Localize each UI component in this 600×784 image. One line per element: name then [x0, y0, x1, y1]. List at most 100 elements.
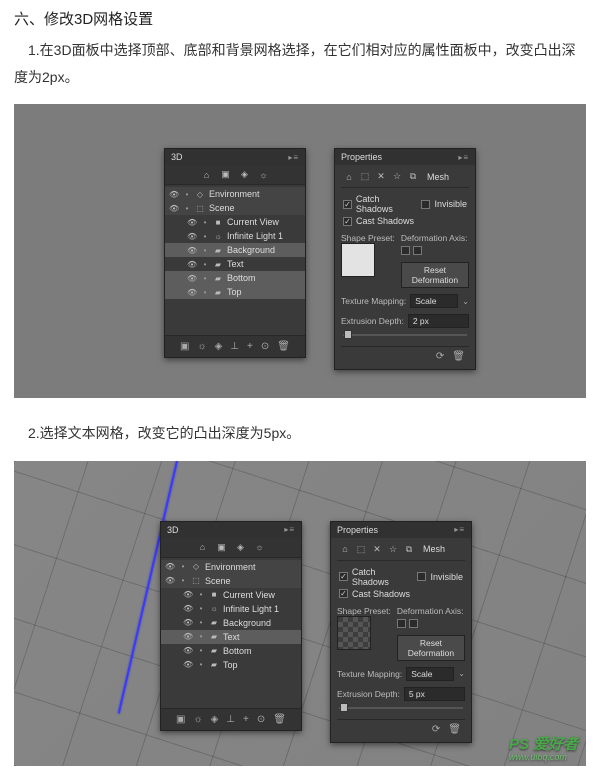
- checkbox-invisible[interactable]: [417, 572, 426, 581]
- trash-icon[interactable]: 🗑: [448, 724, 461, 735]
- tree-row-scene[interactable]: 👁• ⬚ Scene: [165, 201, 305, 215]
- eye-icon[interactable]: 👁: [187, 288, 197, 297]
- filter-light-icon[interactable]: ☼: [257, 169, 270, 180]
- trash-icon[interactable]: 🗑: [277, 341, 290, 352]
- shape-preset-swatch[interactable]: [337, 616, 371, 650]
- extrusion-depth-input[interactable]: 5 px: [404, 687, 465, 701]
- checkbox-cast-shadows[interactable]: [339, 589, 348, 598]
- eye-icon[interactable]: 👁: [183, 618, 193, 627]
- eye-icon[interactable]: 👁: [169, 190, 179, 199]
- tree-row-current-view[interactable]: 👁• ■ Current View: [165, 215, 305, 229]
- cap-tab-icon[interactable]: ✕: [375, 171, 387, 182]
- checkbox-catch-shadows[interactable]: [339, 572, 348, 581]
- reset-deformation-button[interactable]: Reset Deformation: [401, 262, 469, 288]
- axis-icon[interactable]: [397, 619, 406, 628]
- invisible-row[interactable]: Invisible: [415, 566, 465, 588]
- shape-preset-swatch[interactable]: [341, 243, 375, 277]
- deform-tab-icon[interactable]: ⬚: [359, 171, 371, 182]
- coord-tab-icon[interactable]: ☆: [387, 544, 399, 555]
- tree-row-top[interactable]: 👁• ▰ Top: [161, 658, 301, 672]
- footer-icon[interactable]: ⊥: [230, 341, 239, 352]
- footer-icon[interactable]: ◈: [211, 714, 219, 725]
- extrusion-slider[interactable]: [341, 330, 469, 340]
- footer-icon[interactable]: +: [243, 714, 249, 725]
- tree-row-current-view[interactable]: 👁• ■ Current View: [161, 588, 301, 602]
- tree-row-top[interactable]: 👁• ▰ Top: [165, 285, 305, 299]
- checkbox-catch-shadows[interactable]: [343, 200, 352, 209]
- texture-mapping-select[interactable]: Scale: [406, 667, 454, 681]
- eye-icon[interactable]: 👁: [187, 218, 197, 227]
- footer-icon[interactable]: ⊙: [257, 714, 265, 725]
- deform-tab-icon[interactable]: ⬚: [355, 544, 367, 555]
- catch-shadows-row[interactable]: Catch Shadows: [337, 566, 415, 588]
- footer-icon[interactable]: ⊙: [261, 341, 269, 352]
- eye-icon[interactable]: 👁: [183, 660, 193, 669]
- filter-mesh-icon[interactable]: ▣: [215, 542, 228, 553]
- tree-row-bottom[interactable]: 👁• ▰ Bottom: [165, 271, 305, 285]
- eye-icon[interactable]: 👁: [183, 632, 193, 641]
- tree-row-environment[interactable]: 👁• ◇ Environment: [165, 187, 305, 201]
- footer-icon[interactable]: ▣: [180, 341, 189, 352]
- invisible-row[interactable]: Invisible: [419, 193, 469, 215]
- axis-icon[interactable]: [409, 619, 418, 628]
- tree-row-infinite-light[interactable]: 👁• ☼ Infinite Light 1: [165, 229, 305, 243]
- panel-menu-icon[interactable]: ▸≡: [454, 525, 465, 534]
- tree-row-background[interactable]: 👁• ▰ Background: [165, 243, 305, 257]
- panel-menu-icon[interactable]: ▸≡: [284, 525, 295, 534]
- footer-icon[interactable]: ⊥: [226, 714, 235, 725]
- tree-row-background[interactable]: 👁• ▰ Background: [161, 616, 301, 630]
- checkbox-invisible[interactable]: [421, 200, 430, 209]
- render-icon[interactable]: ⟳: [432, 724, 440, 735]
- cap-tab-icon[interactable]: ✕: [371, 544, 383, 555]
- eye-icon[interactable]: 👁: [169, 204, 179, 213]
- eye-icon[interactable]: 👁: [187, 246, 197, 255]
- eye-icon[interactable]: 👁: [187, 232, 197, 241]
- tree-row-text[interactable]: 👁• ▰ Text: [165, 257, 305, 271]
- checkbox-cast-shadows[interactable]: [343, 217, 352, 226]
- render-icon[interactable]: ⟳: [436, 351, 444, 362]
- reset-deformation-button[interactable]: Reset Deformation: [397, 635, 465, 661]
- eye-icon[interactable]: 👁: [187, 274, 197, 283]
- tree-row-text[interactable]: 👁• ▰ Text: [161, 630, 301, 644]
- chevron-down-icon[interactable]: ⌄: [462, 297, 469, 306]
- trash-icon[interactable]: 🗑: [273, 714, 286, 725]
- trash-icon[interactable]: 🗑: [452, 351, 465, 362]
- mesh-tab-icon[interactable]: ⌂: [339, 544, 351, 554]
- eye-icon[interactable]: 👁: [183, 590, 193, 599]
- materials-tab-icon[interactable]: ⧉: [403, 544, 415, 555]
- footer-icon[interactable]: +: [247, 341, 253, 352]
- cast-shadows-row[interactable]: Cast Shadows: [337, 588, 465, 600]
- mesh-tab-icon[interactable]: ⌂: [343, 172, 355, 182]
- coord-tab-icon[interactable]: ☆: [391, 171, 403, 182]
- filter-mesh-icon[interactable]: ▣: [219, 169, 232, 180]
- eye-icon[interactable]: 👁: [183, 646, 193, 655]
- eye-icon[interactable]: 👁: [183, 604, 193, 613]
- cast-shadows-row[interactable]: Cast Shadows: [341, 215, 469, 227]
- footer-icon[interactable]: ▣: [176, 714, 185, 725]
- footer-icon[interactable]: ☼: [193, 714, 202, 725]
- materials-tab-icon[interactable]: ⧉: [407, 171, 419, 182]
- chevron-down-icon[interactable]: ⌄: [458, 669, 465, 678]
- eye-icon[interactable]: 👁: [165, 562, 175, 571]
- catch-shadows-row[interactable]: Catch Shadows: [341, 193, 419, 215]
- tree-row-infinite-light[interactable]: 👁• ☼ Infinite Light 1: [161, 602, 301, 616]
- extrusion-slider[interactable]: [337, 703, 465, 713]
- filter-all-icon[interactable]: ⌂: [200, 169, 213, 180]
- texture-mapping-select[interactable]: Scale: [410, 294, 458, 308]
- footer-icon[interactable]: ◈: [215, 341, 223, 352]
- axis-icon[interactable]: [413, 246, 422, 255]
- filter-material-icon[interactable]: ◈: [238, 169, 251, 180]
- eye-icon[interactable]: 👁: [165, 576, 175, 585]
- tree-row-scene[interactable]: 👁• ⬚ Scene: [161, 574, 301, 588]
- filter-material-icon[interactable]: ◈: [234, 542, 247, 553]
- tree-row-environment[interactable]: 👁• ◇ Environment: [161, 560, 301, 574]
- eye-icon[interactable]: 👁: [187, 260, 197, 269]
- filter-light-icon[interactable]: ☼: [253, 542, 266, 553]
- panel-menu-icon[interactable]: ▸≡: [458, 153, 469, 162]
- extrusion-depth-input[interactable]: 2 px: [408, 314, 469, 328]
- panel-menu-icon[interactable]: ▸≡: [288, 153, 299, 162]
- tree-row-bottom[interactable]: 👁• ▰ Bottom: [161, 644, 301, 658]
- filter-all-icon[interactable]: ⌂: [196, 542, 209, 553]
- footer-icon[interactable]: ☼: [197, 341, 206, 352]
- axis-icon[interactable]: [401, 246, 410, 255]
